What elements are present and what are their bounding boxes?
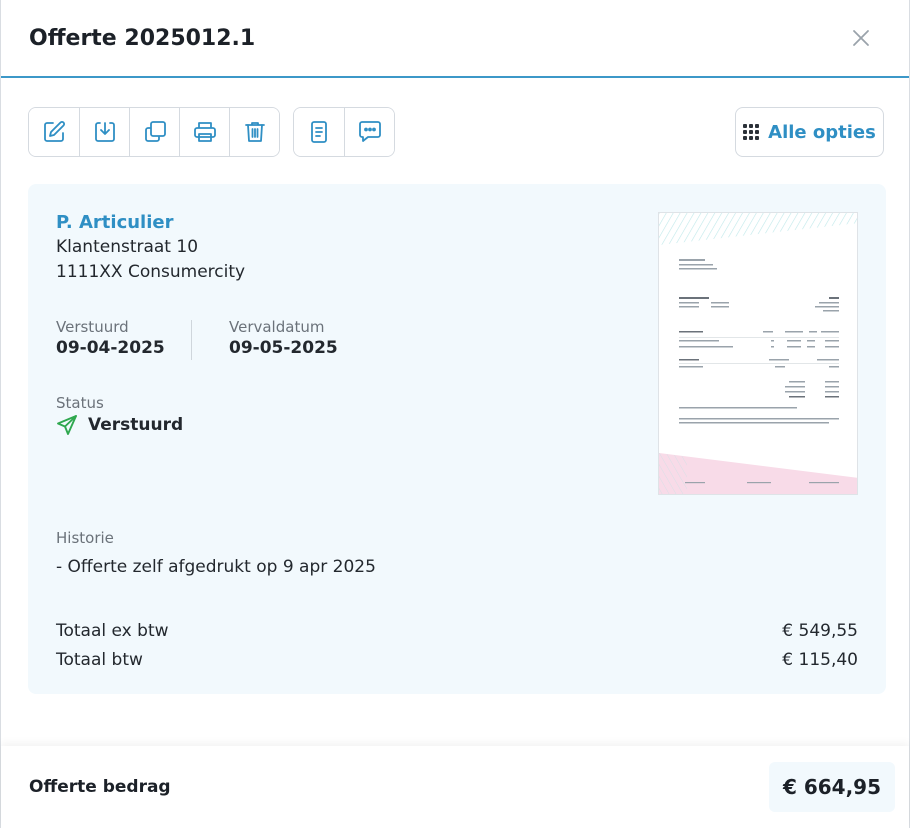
total-ex-vat-row: Totaal ex btw € 549,55	[56, 616, 858, 645]
document-preview[interactable]	[658, 212, 858, 495]
sent-date: 09-04-2025	[56, 338, 165, 358]
action-group-secondary	[293, 107, 395, 157]
status-label: Status	[56, 394, 104, 412]
action-group-primary	[28, 107, 280, 157]
total-vat-value: € 115,40	[782, 649, 858, 670]
trash-icon	[244, 122, 265, 142]
chat-icon	[358, 121, 381, 142]
paper-plane-icon	[57, 415, 77, 435]
status-row: Verstuurd	[56, 414, 183, 436]
due-label: Vervaldatum	[229, 318, 325, 336]
total-ex-vat-value: € 549,55	[782, 620, 858, 641]
grid-icon	[743, 124, 760, 140]
document-button[interactable]	[294, 108, 344, 156]
page-title: Offerte 2025012.1	[29, 25, 256, 51]
quote-details-card: P. Articulier Klantenstraat 10 1111XX Co…	[28, 184, 886, 694]
print-button[interactable]	[179, 108, 229, 156]
modal-footer: Offerte bedrag € 664,95	[1, 746, 909, 828]
quote-modal: Offerte 2025012.1 Alle opties P. Articul…	[0, 0, 910, 828]
due-date: 09-05-2025	[229, 338, 338, 358]
history-label: Historie	[56, 529, 114, 547]
sent-date-block: Verstuurd 09-04-2025	[56, 318, 165, 358]
customer-address-line1: Klantenstraat 10	[56, 237, 199, 257]
delete-button[interactable]	[229, 108, 279, 156]
totals-section: Totaal ex btw € 549,55 Totaal btw € 115,…	[56, 616, 858, 674]
meta-divider	[191, 320, 192, 360]
copy-icon	[144, 121, 166, 142]
quote-amount-label: Offerte bedrag	[29, 777, 171, 797]
edit-button[interactable]	[29, 108, 79, 156]
download-button[interactable]	[79, 108, 129, 156]
sent-label: Verstuurd	[56, 318, 129, 336]
history-item: - Offerte zelf afgedrukt op 9 apr 2025	[56, 557, 376, 577]
due-date-block: Vervaldatum 09-05-2025	[229, 318, 338, 358]
total-vat-row: Totaal btw € 115,40	[56, 645, 858, 674]
document-icon	[311, 121, 327, 143]
status-block: Status Verstuurd	[56, 394, 183, 436]
total-ex-vat-label: Totaal ex btw	[56, 620, 169, 641]
total-vat-label: Totaal btw	[56, 649, 143, 670]
quote-amount-value: € 664,95	[768, 762, 895, 812]
all-options-label: Alle opties	[768, 121, 876, 143]
message-button[interactable]	[344, 108, 394, 156]
all-options-button[interactable]: Alle opties	[735, 107, 884, 157]
download-icon	[94, 122, 115, 142]
customer-name[interactable]: P. Articulier	[56, 212, 173, 233]
document-thumbnail	[659, 213, 857, 494]
customer-address-line2: 1111XX Consumercity	[56, 262, 246, 282]
status-value: Verstuurd	[88, 415, 184, 435]
toolbar: Alle opties	[28, 107, 884, 157]
edit-icon	[44, 121, 65, 142]
modal-header: Offerte 2025012.1	[1, 0, 909, 78]
close-button[interactable]	[849, 26, 873, 50]
duplicate-button[interactable]	[129, 108, 179, 156]
close-icon	[853, 30, 869, 46]
printer-icon	[193, 122, 216, 142]
history-section: Historie - Offerte zelf afgedrukt op 9 a…	[56, 529, 376, 577]
